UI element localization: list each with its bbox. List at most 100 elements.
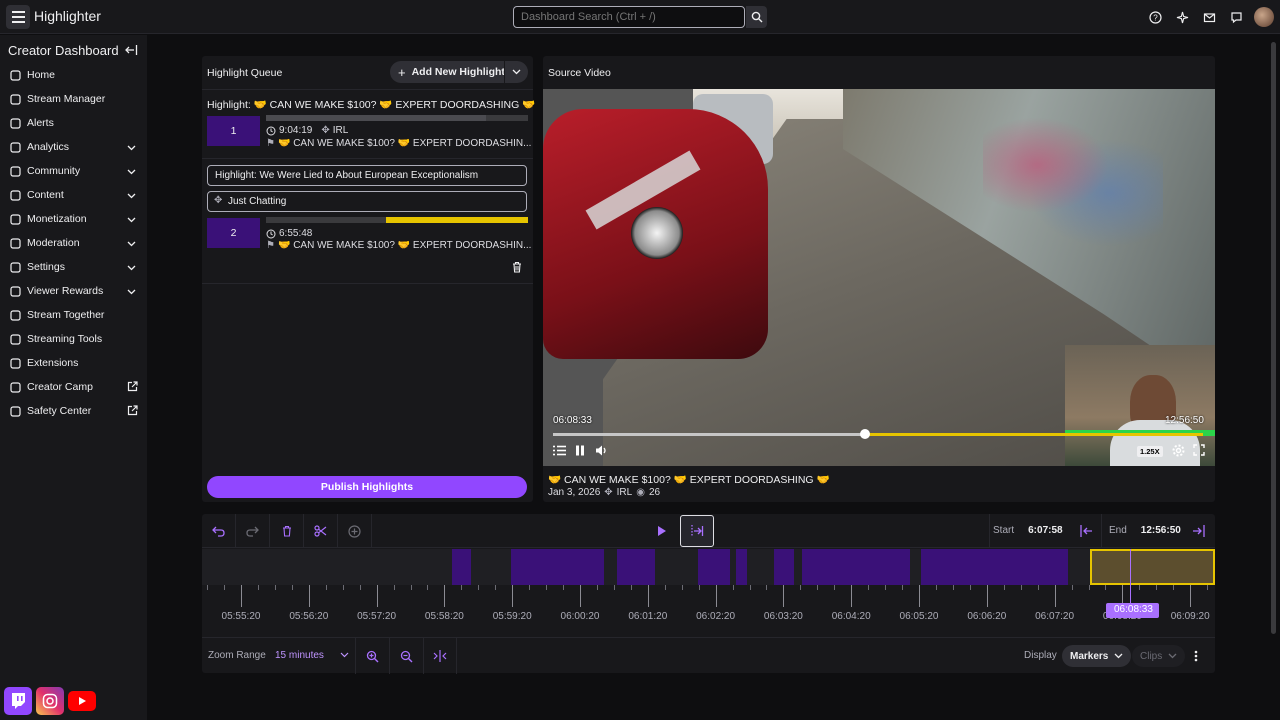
ruler-tick xyxy=(257,585,259,590)
collapse-sidebar-icon[interactable] xyxy=(124,43,138,57)
ruler-tick xyxy=(834,585,836,590)
zoom-out-button[interactable] xyxy=(389,638,423,674)
start-value[interactable]: 6:07:58 xyxy=(1028,525,1062,536)
set-start-icon[interactable] xyxy=(1080,525,1093,537)
sidebar-item-content[interactable]: Content xyxy=(0,183,147,207)
app-title: Highlighter xyxy=(34,8,101,24)
timeline-segment[interactable] xyxy=(921,549,1068,585)
whispers-icon[interactable] xyxy=(1227,6,1246,28)
video-scrubber[interactable] xyxy=(553,429,1203,439)
playback-speed-badge[interactable]: 1.25X xyxy=(1137,446,1163,457)
sidebar-item-creator-camp[interactable]: Creator Camp xyxy=(0,375,147,399)
sidebar-item-home[interactable]: Home xyxy=(0,63,147,87)
chevron-down-icon[interactable] xyxy=(127,190,136,202)
add-marker-button[interactable] xyxy=(338,514,372,548)
end-value[interactable]: 12:56:50 xyxy=(1141,525,1181,536)
search-input[interactable] xyxy=(513,6,745,28)
add-new-highlight-button[interactable]: + Add New Highlight xyxy=(390,61,528,83)
highlight-2-category-input[interactable]: ✥ Just Chatting xyxy=(207,191,527,212)
add-highlight-dropdown[interactable] xyxy=(504,61,528,83)
sparkle-icon[interactable] xyxy=(1173,6,1192,28)
external-link-icon xyxy=(127,381,138,395)
settings-gear-icon[interactable] xyxy=(1171,443,1185,457)
timeline-segment[interactable] xyxy=(452,549,471,585)
chevron-down-icon[interactable] xyxy=(127,142,136,154)
clock-icon xyxy=(266,126,276,135)
start-label: Start xyxy=(993,525,1015,536)
highlight-2-title-input[interactable]: Highlight: We Were Lied to About Europea… xyxy=(207,165,527,186)
timeline-segment[interactable] xyxy=(617,549,655,585)
timeline-segment[interactable] xyxy=(511,549,604,585)
highlight-2-thumbnail[interactable]: 2 xyxy=(207,218,260,248)
timeline-segment[interactable] xyxy=(802,549,910,585)
fullscreen-icon[interactable] xyxy=(1192,443,1206,457)
sidebar-item-stream-together[interactable]: Stream Together xyxy=(0,303,147,327)
sidebar-item-settings[interactable]: Settings xyxy=(0,255,147,279)
stream-together-icon xyxy=(9,309,21,321)
sidebar-item-viewer-rewards[interactable]: Viewer Rewards xyxy=(0,279,147,303)
fit-icon xyxy=(433,650,447,662)
chevron-down-icon[interactable] xyxy=(127,214,136,226)
sidebar-item-label: Extensions xyxy=(27,357,79,369)
markers-select[interactable]: Markers xyxy=(1062,645,1132,667)
zoom-range-select[interactable]: 15 minutes xyxy=(275,650,324,661)
help-icon[interactable]: ? xyxy=(1146,6,1165,28)
timeline-play-button[interactable] xyxy=(652,522,670,543)
chevron-down-icon xyxy=(1114,653,1123,659)
sidebar-item-safety-center[interactable]: Safety Center xyxy=(0,399,147,423)
highlight-1-title[interactable]: Highlight: 🤝 CAN WE MAKE $100? 🤝 EXPERT … xyxy=(207,98,535,111)
ruler-tick xyxy=(902,585,904,590)
set-end-icon[interactable] xyxy=(1192,525,1205,537)
chevron-down-icon[interactable] xyxy=(340,650,349,659)
chapters-icon[interactable] xyxy=(552,443,566,457)
avatar[interactable] xyxy=(1254,7,1274,27)
sidebar-item-moderation[interactable]: Moderation xyxy=(0,231,147,255)
sidebar-item-extensions[interactable]: Extensions xyxy=(0,351,147,375)
timeline-segment[interactable] xyxy=(736,549,747,585)
more-options-icon[interactable] xyxy=(1194,650,1198,662)
playhead-marker-icon xyxy=(691,525,704,537)
sidebar-item-alerts[interactable]: Alerts xyxy=(0,111,147,135)
undo-button[interactable] xyxy=(202,514,236,548)
timeline-track[interactable] xyxy=(202,549,1215,585)
sidebar-item-streaming-tools[interactable]: Streaming Tools xyxy=(0,327,147,351)
menu-icon[interactable] xyxy=(6,5,30,29)
pause-icon[interactable] xyxy=(573,443,587,457)
sidebar-item-analytics[interactable]: Analytics xyxy=(0,135,147,159)
ruler-tick xyxy=(1071,585,1073,590)
delete-button[interactable] xyxy=(270,514,304,548)
page-scrollbar[interactable] xyxy=(1271,42,1276,634)
highlight-1-meta: 9:04:19 ✥ IRL xyxy=(266,125,348,136)
chevron-down-icon[interactable] xyxy=(127,286,136,298)
timeline-segment[interactable] xyxy=(774,549,794,585)
video-player[interactable]: 06:08:33 12:56:50 1.25X xyxy=(543,89,1215,466)
trash-icon[interactable] xyxy=(511,261,523,273)
sidebar-item-monetization[interactable]: Monetization xyxy=(0,207,147,231)
search-button[interactable] xyxy=(746,6,767,28)
search-icon xyxy=(751,11,762,23)
highlight-1-thumbnail[interactable]: 1 xyxy=(207,116,260,146)
ruler-tick xyxy=(207,585,209,590)
inbox-icon[interactable] xyxy=(1200,6,1219,28)
split-button[interactable] xyxy=(304,514,338,548)
timeline-segment[interactable] xyxy=(698,549,730,585)
publish-highlights-button[interactable]: Publish Highlights xyxy=(207,476,527,498)
sidebar-item-community[interactable]: Community xyxy=(0,159,147,183)
redo-button[interactable] xyxy=(236,514,270,548)
jump-to-playhead-button[interactable] xyxy=(680,515,714,547)
volume-icon[interactable] xyxy=(594,443,608,457)
fit-timeline-button[interactable] xyxy=(423,638,457,674)
playhead-time-badge[interactable]: 06:08:33 xyxy=(1106,603,1159,618)
sidebar-item-label: Safety Center xyxy=(27,405,92,417)
clips-select[interactable]: Clips xyxy=(1132,645,1186,667)
chevron-down-icon[interactable] xyxy=(127,262,136,274)
zoom-in-button[interactable] xyxy=(355,638,389,674)
add-circle-icon xyxy=(348,524,361,538)
ruler-label: 06:02:20 xyxy=(696,611,736,622)
timeline-playhead[interactable] xyxy=(1130,549,1131,607)
sidebar-item-stream-manager[interactable]: Stream Manager xyxy=(0,87,147,111)
selected-clip-range[interactable] xyxy=(1090,549,1215,585)
chevron-down-icon[interactable] xyxy=(127,238,136,250)
chevron-down-icon[interactable] xyxy=(127,166,136,178)
scrubber-handle[interactable] xyxy=(860,429,870,439)
